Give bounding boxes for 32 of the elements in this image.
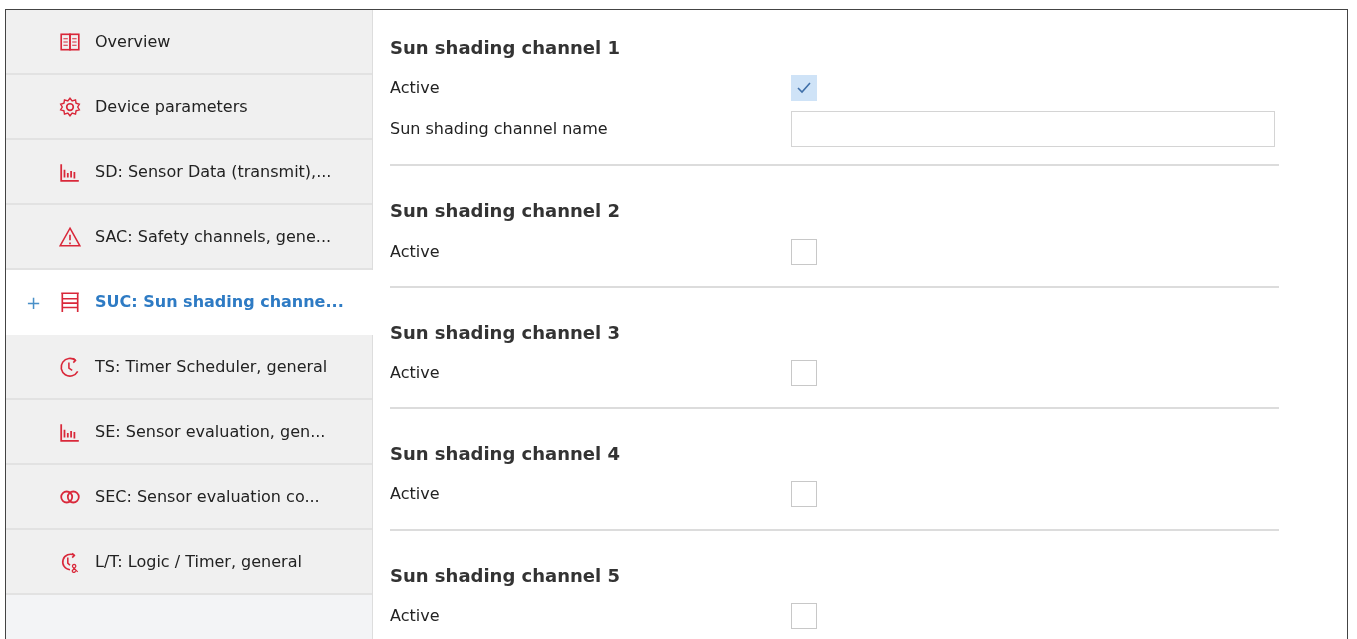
sidebar-item[interactable]: + SUC: Sun shading channe... [6, 270, 373, 335]
sidebar-item[interactable]: Overview [6, 10, 372, 75]
blinds-icon [59, 291, 81, 313]
checkbox[interactable] [791, 75, 817, 102]
clock-icon [59, 550, 81, 573]
clock-icon [59, 355, 81, 378]
section-heading: Sun shading channel 1 [390, 36, 621, 60]
sidebar-item[interactable]: Device parameters [6, 75, 372, 140]
field-label: Active [390, 77, 441, 100]
sidebar-item[interactable]: TS: Timer Scheduler, general [6, 335, 372, 400]
book-icon [59, 30, 81, 53]
section-heading: Sun shading channel 2 [390, 199, 621, 224]
section-heading: Sun shading channel 4 [390, 442, 621, 467]
sidebar-item[interactable]: SE: Sensor evaluation, gen... [6, 400, 372, 465]
section-heading: Sun shading channel 5 [390, 563, 621, 588]
sidebar-item[interactable]: SEC: Sensor evaluation co... [6, 465, 372, 530]
field-label: Active [390, 483, 441, 506]
field-label: Active [390, 604, 441, 627]
field-label: Active [390, 362, 441, 384]
sidebar-item[interactable]: L/T: Logic / Timer, general [6, 530, 372, 595]
field-label: Sun shading channel name [390, 118, 609, 141]
sidebar-item[interactable]: SAC: Safety channels, gene... [6, 205, 372, 270]
checkbox[interactable] [791, 602, 817, 629]
input-field[interactable] [791, 111, 1275, 148]
warning-icon [59, 225, 81, 248]
checkbox[interactable] [791, 481, 817, 508]
checkbox[interactable] [791, 238, 817, 265]
settings-icon [59, 95, 81, 118]
field-label: Active [390, 240, 441, 263]
sidebar-item[interactable]: SD: Sensor Data (transmit),... [6, 140, 372, 205]
checkbox[interactable] [791, 360, 817, 386]
section-heading: Sun shading channel 3 [390, 320, 621, 345]
